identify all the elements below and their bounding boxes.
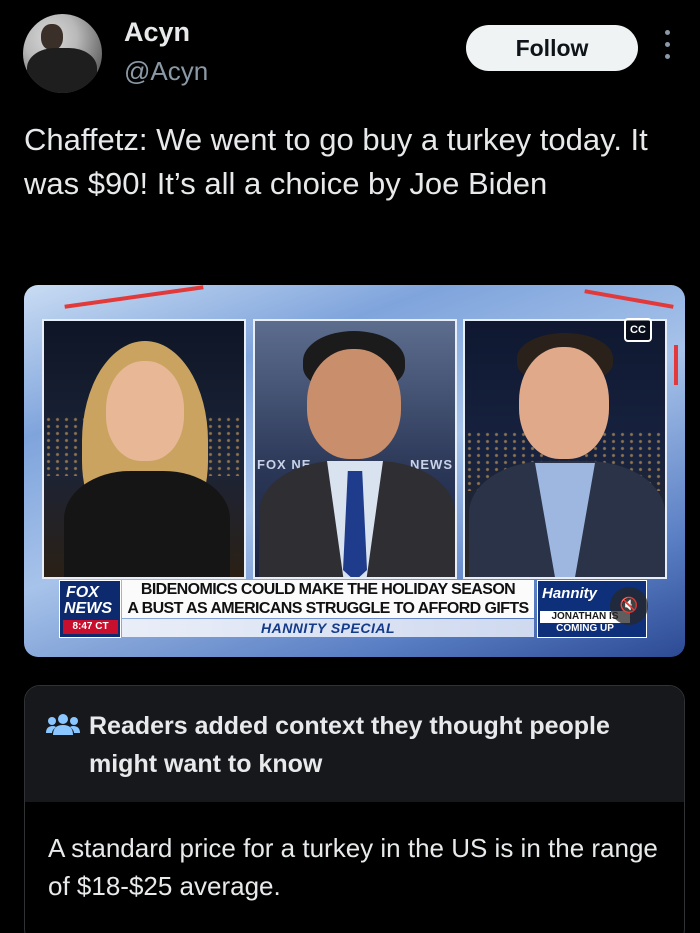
headline-line-2: A BUST AS AMERICANS STRUGGLE TO AFFORD G… <box>127 600 529 617</box>
community-note-body: A standard price for a turkey in the US … <box>48 833 658 901</box>
closed-captions-button[interactable]: CC <box>624 318 652 342</box>
more-options-icon[interactable] <box>664 30 672 62</box>
follow-button[interactable]: Follow <box>466 25 638 71</box>
people-icon <box>46 714 80 735</box>
video-panel-right <box>463 319 667 579</box>
up-next-name: JONATHAN IS <box>551 611 619 622</box>
fox-news-logo: FOX NEWS 8:47 CT <box>59 580 121 638</box>
community-note: Readers added context they thought peopl… <box>24 685 685 933</box>
community-note-header: Readers added context they thought peopl… <box>25 686 684 802</box>
broadcast-time: 8:47 CT <box>63 620 118 634</box>
community-note-title: Readers added context they thought peopl… <box>89 712 610 778</box>
hannity-logo: Hannity <box>542 585 598 602</box>
video-player[interactable]: FOX NE NEWS CC FOX NEWS 8:47 CT BIDENOMI… <box>24 285 685 657</box>
headline-line-1: BIDENOMICS COULD MAKE THE HOLIDAY SEASON <box>140 581 516 598</box>
video-panel-center: FOX NE NEWS <box>253 319 457 579</box>
tweet-text: Chaffetz: We went to go buy a turkey tod… <box>24 122 648 201</box>
author-handle[interactable]: @Acyn <box>124 56 208 87</box>
subheadline: HANNITY SPECIAL <box>122 619 534 637</box>
avatar[interactable] <box>23 14 102 93</box>
mute-icon[interactable]: 🔇 <box>610 587 648 625</box>
video-panel-left <box>42 319 246 579</box>
headline-box: BIDENOMICS COULD MAKE THE HOLIDAY SEASON… <box>122 580 534 618</box>
author-name[interactable]: Acyn <box>124 17 190 48</box>
coming-up-label: COMING UP <box>540 623 630 635</box>
news-chyron: FOX NEWS 8:47 CT BIDENOMICS COULD MAKE T… <box>59 580 659 640</box>
